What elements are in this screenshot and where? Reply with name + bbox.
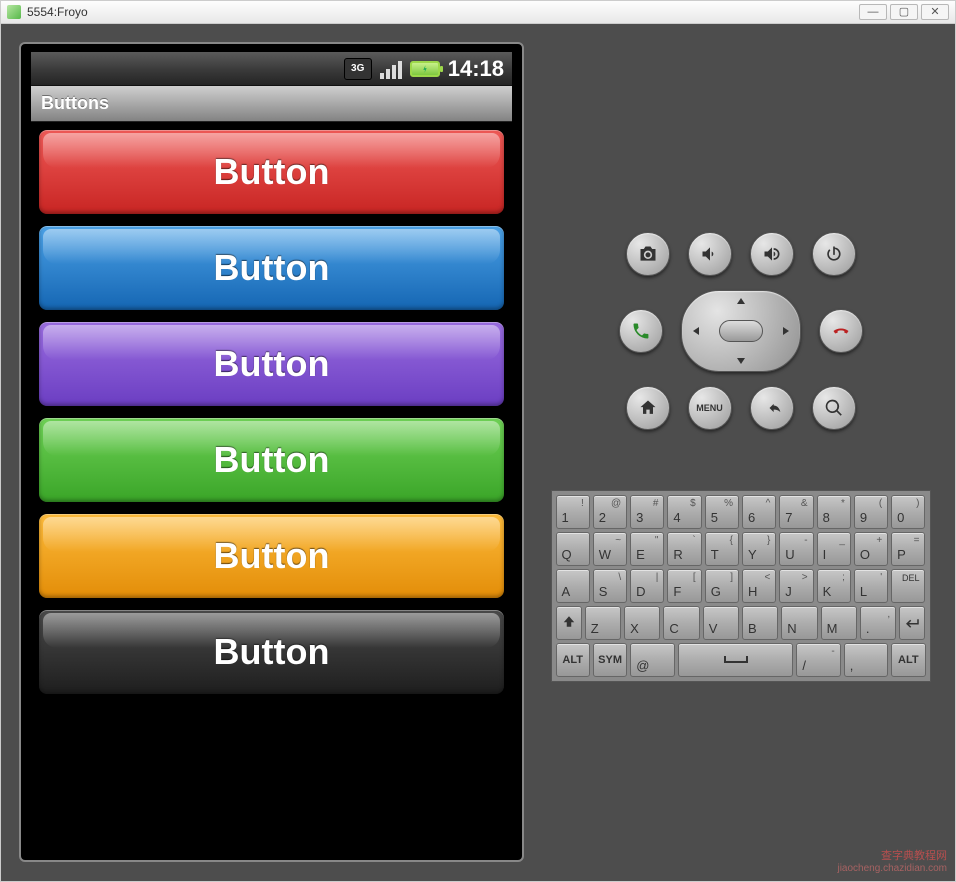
minimize-button[interactable]: — [859, 4, 887, 20]
window-controls: — ▢ ✕ [859, 4, 949, 20]
key-space[interactable] [678, 643, 794, 677]
app-title: Buttons [41, 93, 109, 114]
watermark: 查字典教程网 jiaocheng.chazidian.com [837, 850, 947, 875]
end-call-button[interactable] [819, 309, 863, 353]
key-k[interactable]: ;K [817, 569, 851, 603]
app-button-orange[interactable]: Button [37, 512, 506, 600]
key-2[interactable]: @2 [593, 495, 627, 529]
key-w[interactable]: ~W [593, 532, 627, 566]
battery-icon [410, 61, 440, 77]
window-titlebar[interactable]: 5554:Froyo — ▢ ✕ [0, 0, 956, 24]
key-.[interactable]: ,. [860, 606, 896, 640]
key-9[interactable]: (9 [854, 495, 888, 529]
key-shift[interactable] [556, 606, 582, 640]
key-p[interactable]: =P [891, 532, 925, 566]
key-slash[interactable]: -/ [796, 643, 840, 677]
emulator-side-panel: MENU !1@2#3$4%5^6&7*8(9)0 Q~W"E`R{T}Y-U_I… [544, 42, 937, 863]
volume-down-button[interactable] [688, 232, 732, 276]
key-f[interactable]: [F [667, 569, 701, 603]
key-r[interactable]: `R [667, 532, 701, 566]
app-title-bar: Buttons [31, 86, 512, 122]
key-1[interactable]: !1 [556, 495, 590, 529]
dpad-center-button[interactable] [719, 320, 763, 342]
os-window: 5554:Froyo — ▢ ✕ 3G 14:18 Buttons Button… [0, 0, 956, 882]
key-e[interactable]: "E [630, 532, 664, 566]
hardware-controls: MENU [619, 232, 863, 430]
key-7[interactable]: &7 [779, 495, 813, 529]
key-at[interactable]: @ [630, 643, 674, 677]
key-c[interactable]: C [663, 606, 699, 640]
app-button-green[interactable]: Button [37, 416, 506, 504]
key-o[interactable]: +O [854, 532, 888, 566]
camera-button[interactable] [626, 232, 670, 276]
phone-frame: 3G 14:18 Buttons ButtonButtonButtonButto… [19, 42, 524, 862]
key-h[interactable]: <H [742, 569, 776, 603]
key-enter[interactable] [899, 606, 925, 640]
app-button-purple[interactable]: Button [37, 320, 506, 408]
key-y[interactable]: }Y [742, 532, 776, 566]
back-button[interactable] [750, 386, 794, 430]
close-button[interactable]: ✕ [921, 4, 949, 20]
dpad-left-icon [691, 326, 701, 336]
key-j[interactable]: >J [779, 569, 813, 603]
key-v[interactable]: V [703, 606, 739, 640]
button-label: Button [214, 343, 330, 385]
dpad[interactable] [681, 290, 801, 372]
dpad-right-icon [781, 326, 791, 336]
key-alt-right[interactable]: ALT [891, 643, 925, 677]
button-label: Button [214, 439, 330, 481]
key-g[interactable]: ]G [705, 569, 739, 603]
signal-bars-icon [380, 59, 402, 79]
key-5[interactable]: %5 [705, 495, 739, 529]
key-0[interactable]: )0 [891, 495, 925, 529]
window-title: 5554:Froyo [27, 5, 88, 19]
key-comma[interactable]: , [844, 643, 888, 677]
key-q[interactable]: Q [556, 532, 590, 566]
key-a[interactable]: A [556, 569, 590, 603]
key-3[interactable]: #3 [630, 495, 664, 529]
key-x[interactable]: X [624, 606, 660, 640]
key-4[interactable]: $4 [667, 495, 701, 529]
dpad-up-icon [736, 296, 746, 306]
key-z[interactable]: Z [585, 606, 621, 640]
phone-screen: 3G 14:18 Buttons ButtonButtonButtonButto… [31, 52, 512, 852]
key-l[interactable]: 'L [854, 569, 888, 603]
app-body: Button Button Button Button Button Button [31, 122, 512, 852]
power-button[interactable] [812, 232, 856, 276]
key-s[interactable]: \S [593, 569, 627, 603]
volume-up-button[interactable] [750, 232, 794, 276]
key-n[interactable]: N [781, 606, 817, 640]
network-3g-icon: 3G [344, 58, 372, 80]
key-6[interactable]: ^6 [742, 495, 776, 529]
menu-button[interactable]: MENU [688, 386, 732, 430]
button-label: Button [214, 535, 330, 577]
home-button[interactable] [626, 386, 670, 430]
dpad-down-icon [736, 356, 746, 366]
key-d[interactable]: |D [630, 569, 664, 603]
app-button-blue[interactable]: Button [37, 224, 506, 312]
key-8[interactable]: *8 [817, 495, 851, 529]
key-t[interactable]: {T [705, 532, 739, 566]
key-delete[interactable]: DEL [891, 569, 925, 603]
key-u[interactable]: -U [779, 532, 813, 566]
call-button[interactable] [619, 309, 663, 353]
key-b[interactable]: B [742, 606, 778, 640]
key-m[interactable]: M [821, 606, 857, 640]
key-alt-left[interactable]: ALT [556, 643, 590, 677]
button-label: Button [214, 151, 330, 193]
button-label: Button [214, 631, 330, 673]
key-i[interactable]: _I [817, 532, 851, 566]
app-button-red[interactable]: Button [37, 128, 506, 216]
maximize-button[interactable]: ▢ [890, 4, 918, 20]
app-icon [7, 5, 21, 19]
emulator-keyboard: !1@2#3$4%5^6&7*8(9)0 Q~W"E`R{T}Y-U_I+O=P A… [551, 490, 931, 682]
key-sym[interactable]: SYM [593, 643, 627, 677]
app-button-black[interactable]: Button [37, 608, 506, 696]
button-label: Button [214, 247, 330, 289]
status-bar: 3G 14:18 [31, 52, 512, 86]
emulator-shell: 3G 14:18 Buttons ButtonButtonButtonButto… [0, 24, 956, 882]
clock-text: 14:18 [448, 56, 504, 82]
search-button[interactable] [812, 386, 856, 430]
